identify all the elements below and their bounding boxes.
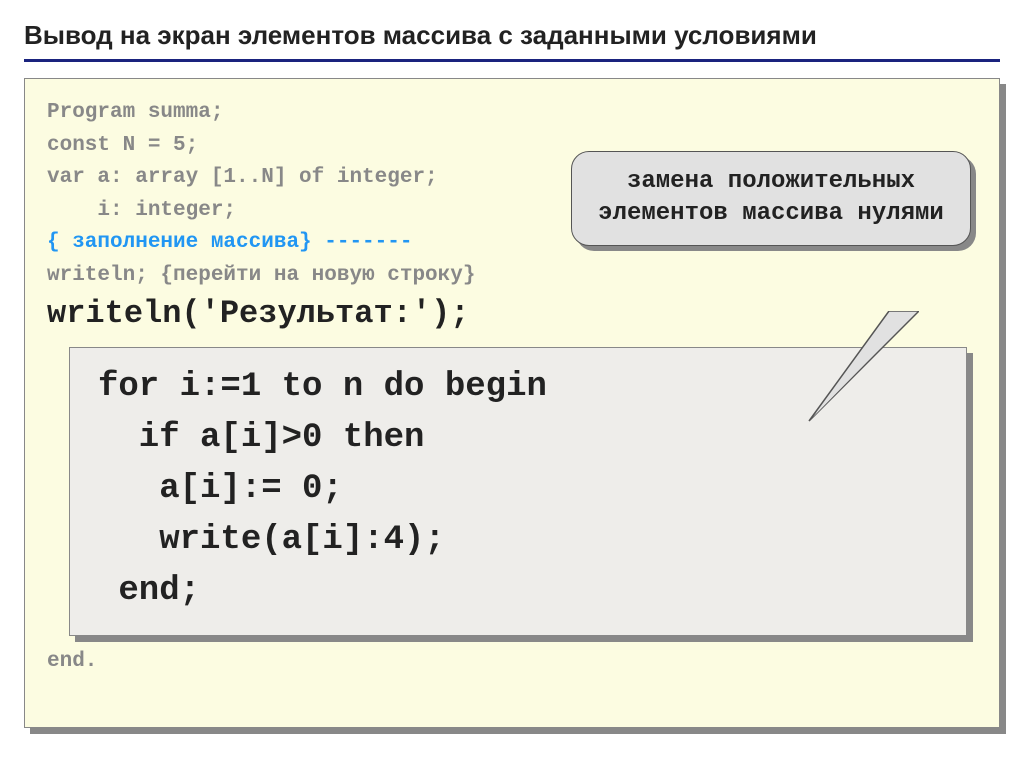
inner-line: end;: [98, 566, 948, 617]
callout-bubble: замена положительных элементов массива н…: [571, 151, 971, 246]
inner-line: write(a[i]:4);: [98, 515, 948, 566]
title-underline: [24, 59, 1000, 62]
code-end: end.: [47, 650, 977, 673]
code-line: Program summa;: [47, 97, 977, 130]
inner-line: a[i]:= 0;: [98, 464, 948, 515]
code-line: writeln; {перейти на новую строку}: [47, 260, 977, 293]
slide: Вывод на экран элементов массива с задан…: [0, 0, 1024, 768]
code-panel: Program summa; const N = 5; var a: array…: [24, 78, 1000, 728]
callout-text: замена положительных элементов массива н…: [598, 168, 944, 227]
slide-title: Вывод на экран элементов массива с задан…: [24, 20, 1000, 51]
